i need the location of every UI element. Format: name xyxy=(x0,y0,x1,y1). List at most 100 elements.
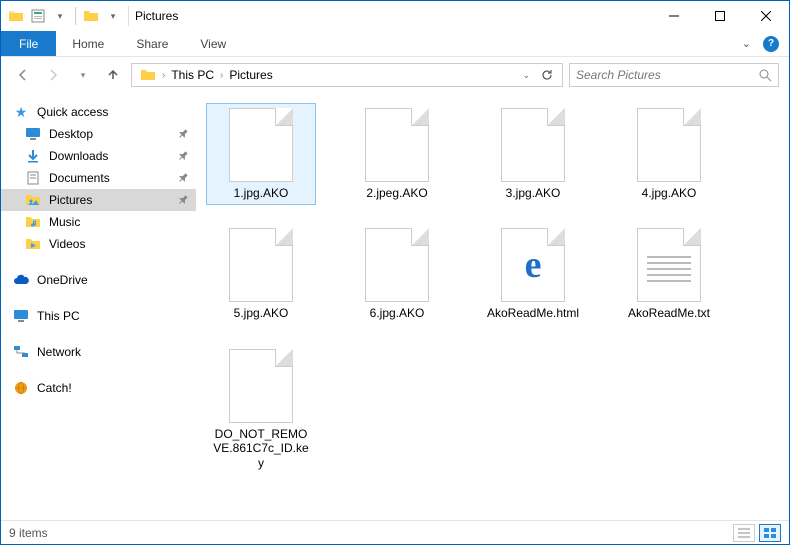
ribbon-tab-share[interactable]: Share xyxy=(120,31,184,56)
search-input[interactable]: Search Pictures xyxy=(569,63,779,87)
file-item[interactable]: 4.jpg.AKO xyxy=(614,103,724,205)
qat-chevron-icon[interactable]: ▾ xyxy=(51,7,69,25)
navigation-pane: ★ Quick access Desktop Downloads Documents… xyxy=(1,93,196,520)
pin-icon xyxy=(176,171,190,185)
explorer-window: ▾ ▾ Pictures File Home Share View ⌄ ? xyxy=(0,0,790,545)
file-list[interactable]: 1.jpg.AKO 2.jpeg.AKO 3.jpg.AKO 4.jpg.AKO 5.j… xyxy=(196,93,789,520)
sidebar-item-label: Downloads xyxy=(49,149,108,163)
monitor-icon xyxy=(13,308,29,324)
folder-small-icon[interactable] xyxy=(82,7,100,25)
file-item[interactable]: 2.jpeg.AKO xyxy=(342,103,452,205)
address-bar: ▾ › This PC › Pictures ⌄ Search Pictures xyxy=(1,57,789,93)
file-item[interactable]: e AkoReadMe.html xyxy=(478,223,588,325)
search-icon[interactable] xyxy=(758,68,772,82)
downloads-icon xyxy=(25,148,41,164)
sidebar-onedrive[interactable]: OneDrive xyxy=(1,269,196,291)
sidebar-item-label: Music xyxy=(49,215,80,229)
chevron-right-icon[interactable]: › xyxy=(220,70,223,81)
breadcrumb-seg-0[interactable]: This PC xyxy=(167,68,218,82)
sidebar-label: Catch! xyxy=(37,381,72,395)
videos-icon xyxy=(25,236,41,252)
sidebar-item-label: Videos xyxy=(49,237,85,251)
pictures-icon xyxy=(25,192,41,208)
breadcrumb[interactable]: › This PC › Pictures ⌄ xyxy=(131,63,563,87)
pin-icon xyxy=(176,193,190,207)
star-icon: ★ xyxy=(13,104,29,120)
sidebar-this-pc[interactable]: This PC xyxy=(1,305,196,327)
sidebar-item-music[interactable]: Music xyxy=(1,211,196,233)
file-item[interactable]: 1.jpg.AKO xyxy=(206,103,316,205)
pin-icon xyxy=(176,127,190,141)
file-name-label: 5.jpg.AKO xyxy=(234,306,289,320)
file-name-label: AkoReadMe.html xyxy=(487,306,579,320)
sidebar-label: Quick access xyxy=(37,105,108,119)
close-button[interactable] xyxy=(743,1,789,31)
pin-icon xyxy=(176,149,190,163)
sidebar-item-label: Pictures xyxy=(49,193,92,207)
file-item[interactable]: DO_NOT_REMOVE.861C7c_ID.key xyxy=(206,344,316,475)
file-item[interactable]: 5.jpg.AKO xyxy=(206,223,316,325)
ribbon-file-tab[interactable]: File xyxy=(1,31,56,56)
sidebar-item-label: Desktop xyxy=(49,127,93,141)
titlebar: ▾ ▾ Pictures xyxy=(1,1,789,31)
address-dropdown-icon[interactable]: ⌄ xyxy=(522,70,530,81)
view-large-icons-button[interactable] xyxy=(759,524,781,542)
sidebar-item-documents[interactable]: Documents xyxy=(1,167,196,189)
edge-icon: e xyxy=(525,243,542,287)
view-details-button[interactable] xyxy=(733,524,755,542)
cloud-icon xyxy=(13,272,29,288)
sidebar-label: Network xyxy=(37,345,81,359)
sidebar-item-label: Documents xyxy=(49,171,110,185)
properties-icon[interactable] xyxy=(29,7,47,25)
file-thumb xyxy=(365,228,429,302)
refresh-icon[interactable] xyxy=(540,68,554,82)
ball-icon xyxy=(13,380,29,396)
ribbon-tab-home[interactable]: Home xyxy=(56,31,120,56)
file-item[interactable]: 3.jpg.AKO xyxy=(478,103,588,205)
sidebar-network[interactable]: Network xyxy=(1,341,196,363)
file-item[interactable]: 6.jpg.AKO xyxy=(342,223,452,325)
documents-icon xyxy=(25,170,41,186)
file-name-label: 3.jpg.AKO xyxy=(506,186,561,200)
nav-forward-button[interactable] xyxy=(41,63,65,87)
file-item[interactable]: AkoReadMe.txt xyxy=(614,223,724,325)
window-title: Pictures xyxy=(129,9,178,23)
help-icon[interactable]: ? xyxy=(763,36,779,52)
file-name-label: 6.jpg.AKO xyxy=(370,306,425,320)
music-icon xyxy=(25,214,41,230)
sidebar-item-downloads[interactable]: Downloads xyxy=(1,145,196,167)
sidebar-quick-access[interactable]: ★ Quick access xyxy=(1,101,196,123)
file-thumb xyxy=(229,228,293,302)
text-lines-icon xyxy=(647,256,690,282)
breadcrumb-seg-1[interactable]: Pictures xyxy=(225,68,276,82)
nav-up-button[interactable] xyxy=(101,63,125,87)
file-thumb xyxy=(229,108,293,182)
sidebar-item-pictures[interactable]: Pictures xyxy=(1,189,196,211)
file-name-label: AkoReadMe.txt xyxy=(628,306,710,320)
breadcrumb-root-icon[interactable] xyxy=(136,67,160,83)
quick-access-toolbar: ▾ ▾ xyxy=(1,7,128,25)
network-icon xyxy=(13,344,29,360)
ribbon-expand-icon[interactable]: ⌄ xyxy=(742,37,751,50)
status-bar: 9 items xyxy=(1,520,789,544)
file-thumb xyxy=(365,108,429,182)
ribbon-tab-view[interactable]: View xyxy=(184,31,242,56)
file-thumb xyxy=(501,108,565,182)
folder-icon xyxy=(7,7,25,25)
desktop-icon xyxy=(25,126,41,142)
search-placeholder: Search Pictures xyxy=(576,68,758,82)
file-thumb xyxy=(637,228,701,302)
maximize-button[interactable] xyxy=(697,1,743,31)
sidebar-item-videos[interactable]: Videos xyxy=(1,233,196,255)
chevron-right-icon[interactable]: › xyxy=(162,70,165,81)
nav-back-button[interactable] xyxy=(11,63,35,87)
titlebar-chevron-icon[interactable]: ▾ xyxy=(104,7,122,25)
nav-recent-button[interactable]: ▾ xyxy=(71,63,95,87)
file-thumb: e xyxy=(501,228,565,302)
sidebar-item-desktop[interactable]: Desktop xyxy=(1,123,196,145)
minimize-button[interactable] xyxy=(651,1,697,31)
file-name-label: 2.jpeg.AKO xyxy=(366,186,427,200)
file-thumb xyxy=(229,349,293,423)
sidebar-catch[interactable]: Catch! xyxy=(1,377,196,399)
file-thumb xyxy=(637,108,701,182)
